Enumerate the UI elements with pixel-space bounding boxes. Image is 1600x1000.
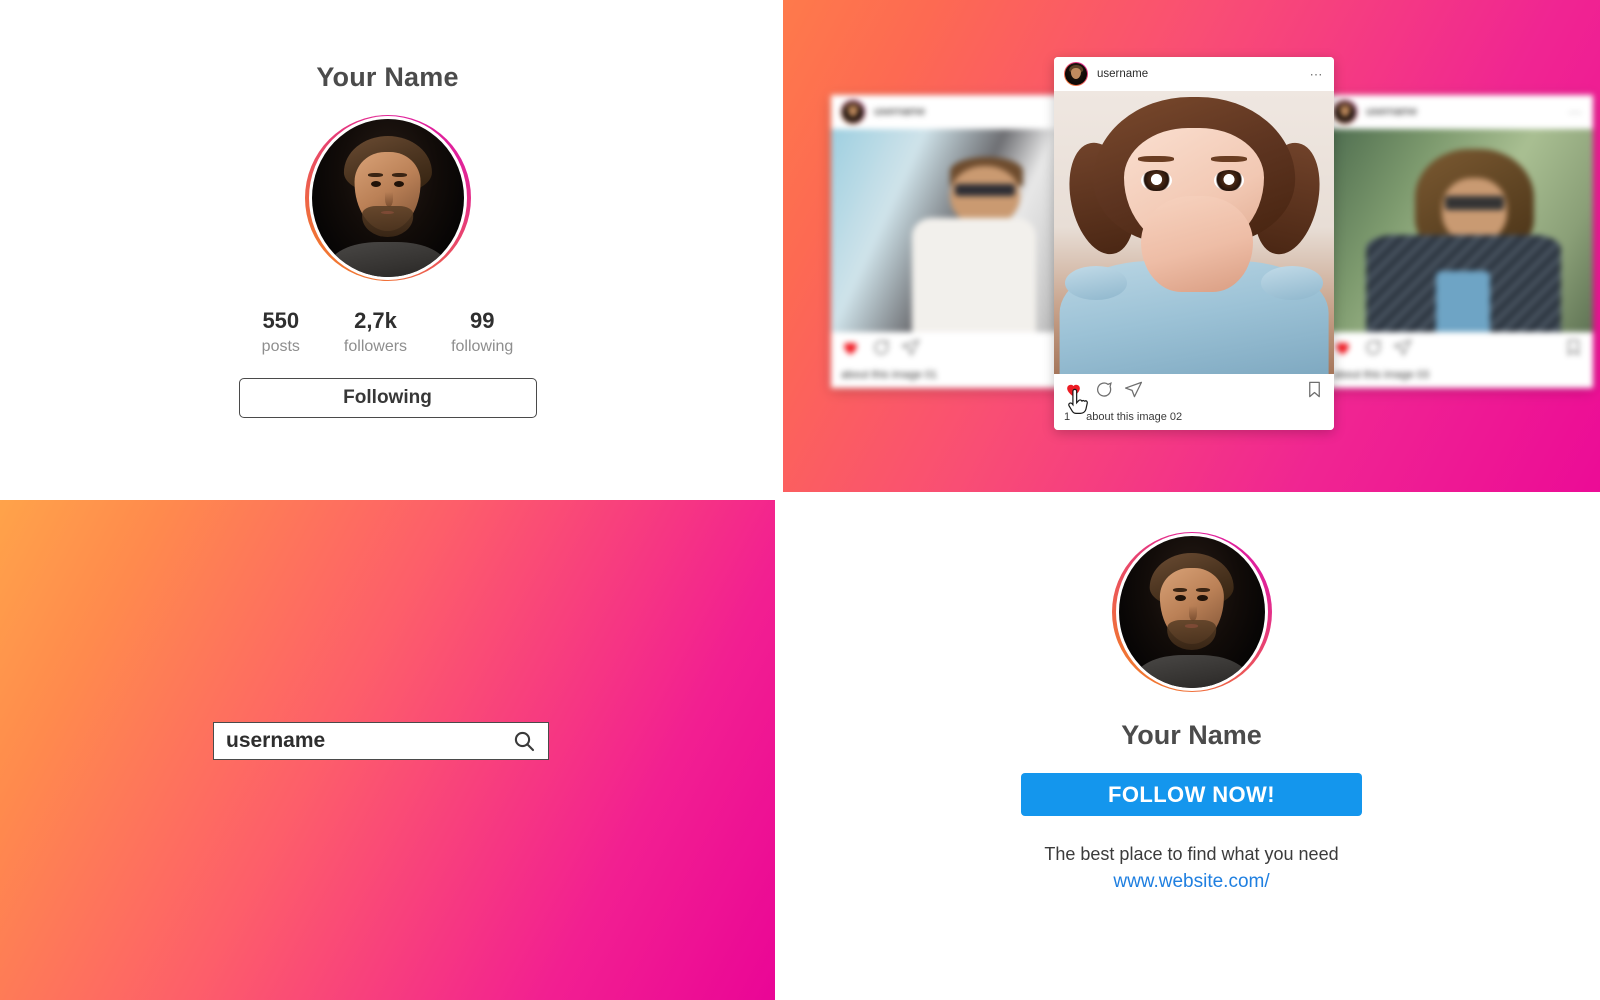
- stat-posts: 550 posts: [262, 307, 300, 356]
- post-caption-prefix: 1: [1064, 411, 1071, 423]
- post-card-right[interactable]: username ⋯ about this image 03: [1323, 95, 1593, 388]
- avatar-brow-right: [392, 172, 408, 177]
- cta-panel: Your Name FOLLOW NOW! The best place to …: [783, 500, 1600, 1000]
- bookmark-icon[interactable]: [1564, 338, 1583, 357]
- heart-icon[interactable]: [1064, 380, 1083, 399]
- website-link[interactable]: www.website.com/: [1113, 871, 1269, 893]
- post-avatar[interactable]: [1064, 62, 1088, 86]
- share-icon[interactable]: [1393, 338, 1412, 357]
- post-header: username ⋯: [1323, 95, 1593, 129]
- share-icon[interactable]: [901, 338, 920, 357]
- post-header: username ⋯: [1054, 57, 1334, 91]
- post-caption: 1 about this image 02: [1054, 404, 1334, 430]
- avatar-shirt: [1134, 654, 1249, 688]
- ellipsis-icon[interactable]: ⋯: [1310, 68, 1325, 81]
- post-image: [1323, 129, 1593, 332]
- post-actions: [1323, 332, 1593, 362]
- post-card-featured[interactable]: username ⋯ 1 about this image 02: [1054, 57, 1334, 430]
- profile-stats: 550 posts 2,7k followers 99 following: [262, 307, 514, 356]
- avatar-brow-left: [367, 172, 383, 177]
- stat-posts-label: posts: [261, 337, 300, 355]
- post-photo-child: [1054, 91, 1334, 374]
- stat-following-value: 99: [469, 308, 495, 333]
- avatar-photo: [311, 119, 464, 277]
- horizontal-divider: [0, 492, 1600, 500]
- post-avatar: [841, 100, 865, 124]
- post-username[interactable]: username: [1097, 68, 1148, 80]
- comment-icon[interactable]: [871, 338, 890, 357]
- avatar-brow-left: [1172, 587, 1188, 592]
- avatar-shirt: [328, 242, 447, 277]
- avatar-ring-inner: [1115, 533, 1268, 691]
- follow-now-button[interactable]: FOLLOW NOW!: [1021, 773, 1362, 816]
- post-username: username: [1366, 106, 1418, 118]
- post-actions: [1054, 374, 1334, 415]
- cta-tagline: The best place to find what you need: [1044, 844, 1339, 864]
- post-username: username: [874, 106, 926, 118]
- heart-icon[interactable]: [841, 338, 860, 357]
- cta-title: Your Name: [1121, 720, 1262, 750]
- stat-followers: 2,7k followers: [344, 307, 407, 356]
- heart-icon[interactable]: [1333, 338, 1352, 357]
- bookmark-icon[interactable]: [1305, 380, 1324, 399]
- avatar-ring-inner: [308, 116, 467, 280]
- search-input[interactable]: [226, 729, 504, 753]
- avatar-lip: [1184, 624, 1199, 628]
- search-box[interactable]: [213, 722, 549, 760]
- post-image: [1054, 91, 1334, 374]
- avatar-brow-right: [1195, 587, 1211, 592]
- search-icon[interactable]: [512, 729, 536, 753]
- post-caption-text: about this image 02: [1086, 411, 1183, 423]
- avatar-photo: [1118, 536, 1265, 688]
- comment-icon[interactable]: [1363, 338, 1382, 357]
- profile-panel: Your Name 550 posts 2,7k followers 99 fo…: [0, 0, 775, 492]
- stat-posts-value: 550: [262, 308, 300, 333]
- page-title: Your Name: [316, 62, 459, 92]
- instagram-mockup-board: Your Name 550 posts 2,7k followers 99 fo…: [0, 0, 1600, 1000]
- stat-following-label: following: [451, 337, 514, 355]
- post-caption: about this image 03: [1323, 362, 1593, 388]
- feed-panel: username ⋯: [783, 0, 1600, 492]
- post-avatar: [1333, 100, 1357, 124]
- avatar[interactable]: [1111, 532, 1272, 692]
- stat-followers-label: followers: [343, 337, 408, 355]
- stat-followers-value: 2,7k: [354, 308, 397, 333]
- ellipsis-icon[interactable]: ⋯: [1569, 106, 1584, 119]
- avatar[interactable]: [304, 115, 471, 281]
- stat-following: 99 following: [451, 307, 513, 356]
- search-panel: [0, 500, 775, 1000]
- share-icon[interactable]: [1124, 380, 1143, 399]
- following-button[interactable]: Following: [238, 377, 537, 418]
- comment-icon[interactable]: [1094, 380, 1113, 399]
- vertical-divider: [775, 0, 783, 1000]
- avatar-eye-right: [393, 180, 405, 187]
